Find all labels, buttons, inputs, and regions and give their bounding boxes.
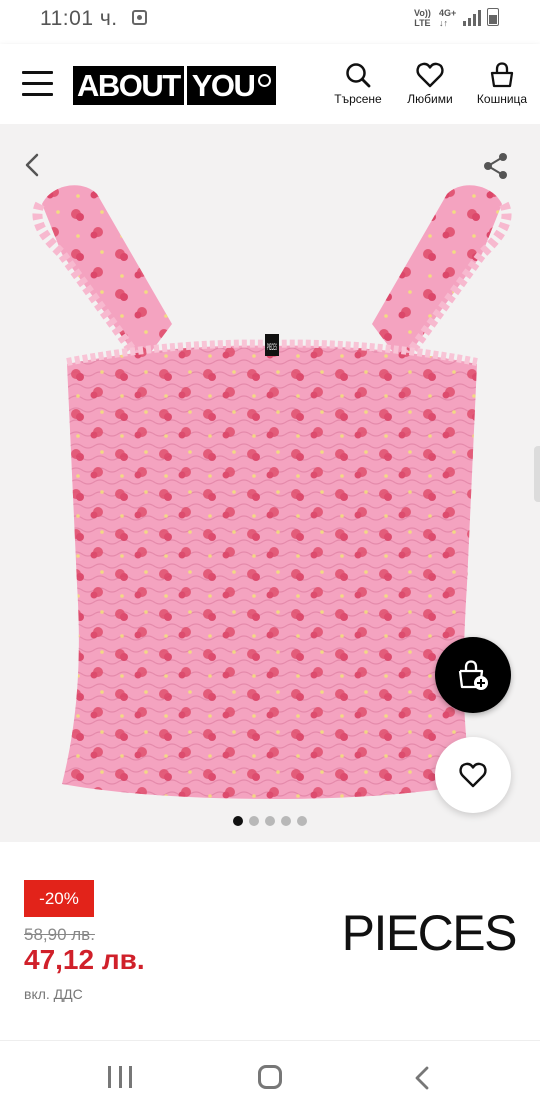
pagination-dot[interactable] <box>297 816 307 826</box>
heart-icon <box>416 62 444 88</box>
discount-badge: -20% <box>24 880 94 917</box>
cart-button[interactable]: Кошница <box>467 62 537 106</box>
gallery-pagination <box>0 816 540 826</box>
search-label: Търсене <box>334 92 382 106</box>
battery-icon <box>487 8 499 26</box>
heart-icon <box>459 762 487 788</box>
brand-name[interactable]: PIECES <box>342 904 518 962</box>
cart-label: Кошница <box>476 92 528 106</box>
about-you-logo[interactable]: ABOUT YOU <box>73 66 277 105</box>
pagination-dot[interactable] <box>233 816 243 826</box>
back-button[interactable] <box>412 1065 432 1091</box>
product-gallery[interactable]: PIECES <box>0 124 540 842</box>
pagination-dot[interactable] <box>249 816 259 826</box>
shopping-bag-icon <box>490 62 514 88</box>
recent-apps-button[interactable] <box>108 1066 132 1088</box>
signal-icon <box>463 10 481 26</box>
status-time: 11:01 ч. <box>40 7 118 30</box>
menu-icon[interactable] <box>22 71 53 97</box>
add-to-favorites-button[interactable] <box>435 737 511 813</box>
app-header: ABOUT YOU Търсене Любими Кошница <box>0 44 540 124</box>
sale-price: 47,12 лв. <box>24 944 145 975</box>
side-panel-handle[interactable] <box>534 446 540 502</box>
product-image[interactable]: PIECES <box>22 164 522 814</box>
garment-tag-text: PIECES <box>267 342 277 352</box>
pagination-dot[interactable] <box>265 816 275 826</box>
status-bar: 11:01 ч. Vo)) LTE 4G+ ↓↑ <box>0 0 540 44</box>
add-to-cart-button[interactable] <box>435 637 511 713</box>
screenshot-icon <box>132 10 147 25</box>
back-arrow-icon[interactable] <box>22 152 44 178</box>
add-to-bag-icon <box>458 660 488 690</box>
home-button[interactable] <box>258 1065 282 1089</box>
share-icon[interactable] <box>482 152 510 180</box>
search-button[interactable]: Търсене <box>323 62 393 106</box>
volte-icon: Vo)) LTE <box>414 8 431 28</box>
favorites-button[interactable]: Любими <box>395 62 465 106</box>
old-price: 58,90 лв. <box>24 925 95 944</box>
pagination-dot[interactable] <box>281 816 291 826</box>
vat-note: вкл. ДДС <box>24 986 83 1002</box>
search-icon <box>346 63 371 88</box>
network-type-icon: 4G+ ↓↑ <box>439 8 457 28</box>
system-nav-bar <box>0 1040 540 1110</box>
favorites-label: Любими <box>407 92 453 106</box>
